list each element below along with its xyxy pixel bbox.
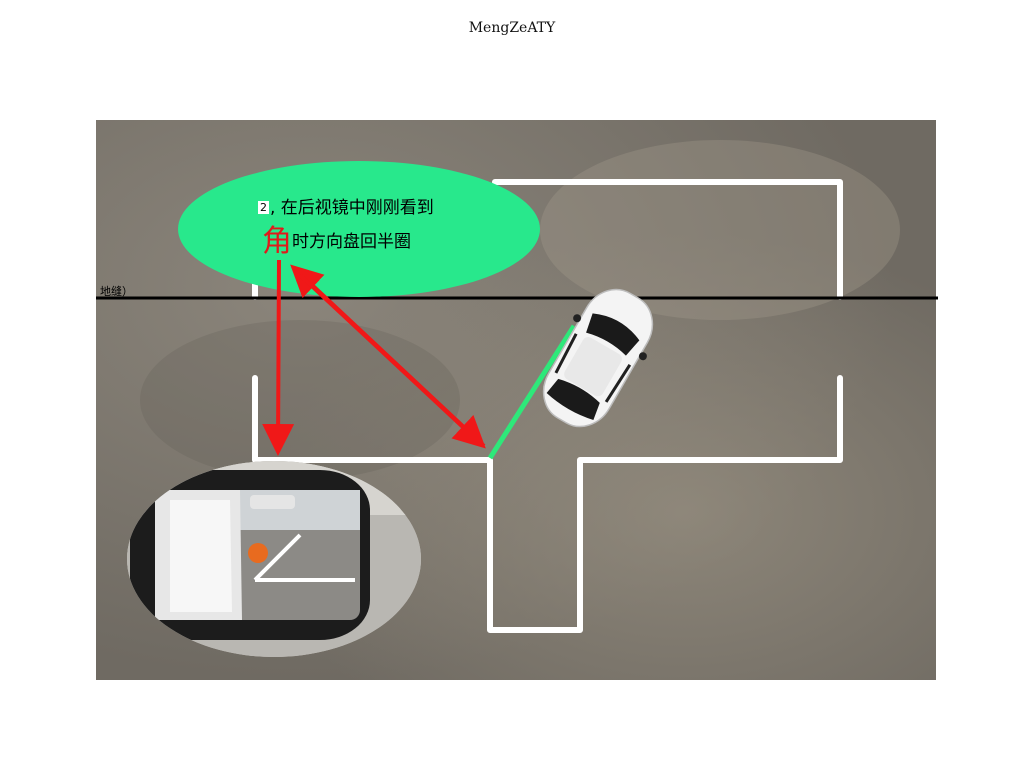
highlight-character: 角 (262, 224, 292, 259)
callout-line-1: 2, 在后视镜中刚刚看到 (258, 193, 434, 218)
arrow-to-mirror (262, 259, 295, 456)
ground-seam-label: 地缝） (100, 285, 133, 298)
callout-line-2-text: 时方向盘回半圈 (292, 232, 411, 252)
callout-line-2: 角时方向盘回半圈 (262, 225, 411, 259)
callout-line-1-text: , 在后视镜中刚刚看到 (270, 198, 434, 218)
parking-diagram (96, 120, 938, 680)
step-number-badge: 2 (258, 201, 269, 214)
